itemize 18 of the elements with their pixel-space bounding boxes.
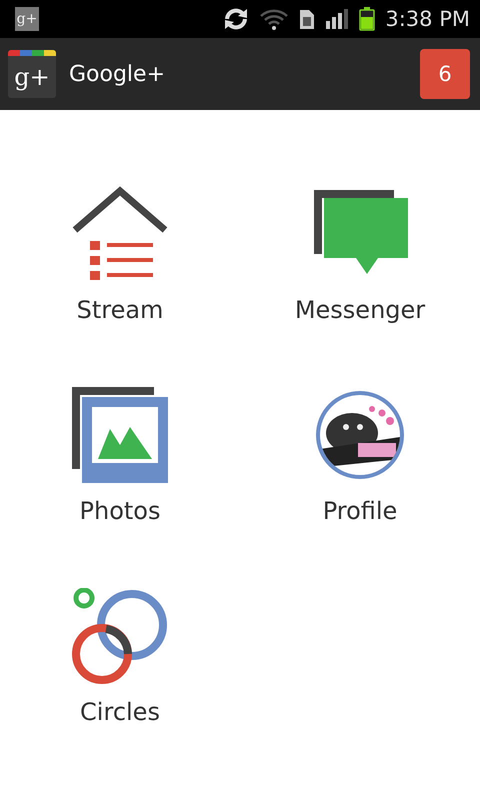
circles-icon[interactable] [72, 588, 168, 684]
house-list-icon[interactable] [71, 186, 169, 282]
tile-label[interactable]: Messenger [294, 296, 426, 324]
clock: 3:38 PM [385, 7, 470, 31]
tile-label[interactable]: Photos [80, 497, 160, 525]
wifi-icon [259, 8, 290, 30]
app-title: Google+ [69, 62, 166, 86]
photo-stack-icon[interactable] [72, 387, 168, 483]
notification-count-button[interactable]: 6 [420, 49, 470, 99]
tile-label[interactable]: Stream [76, 296, 164, 324]
tile-label[interactable]: Circles [80, 698, 160, 726]
tile-label[interactable]: Profile [322, 497, 398, 525]
battery-icon [359, 7, 376, 31]
notification-icon: g+ [15, 7, 39, 31]
app-logo[interactable]: g+ [8, 50, 56, 98]
sim-card-icon [299, 8, 316, 30]
sync-icon [223, 8, 250, 30]
signal-icon [325, 8, 350, 30]
